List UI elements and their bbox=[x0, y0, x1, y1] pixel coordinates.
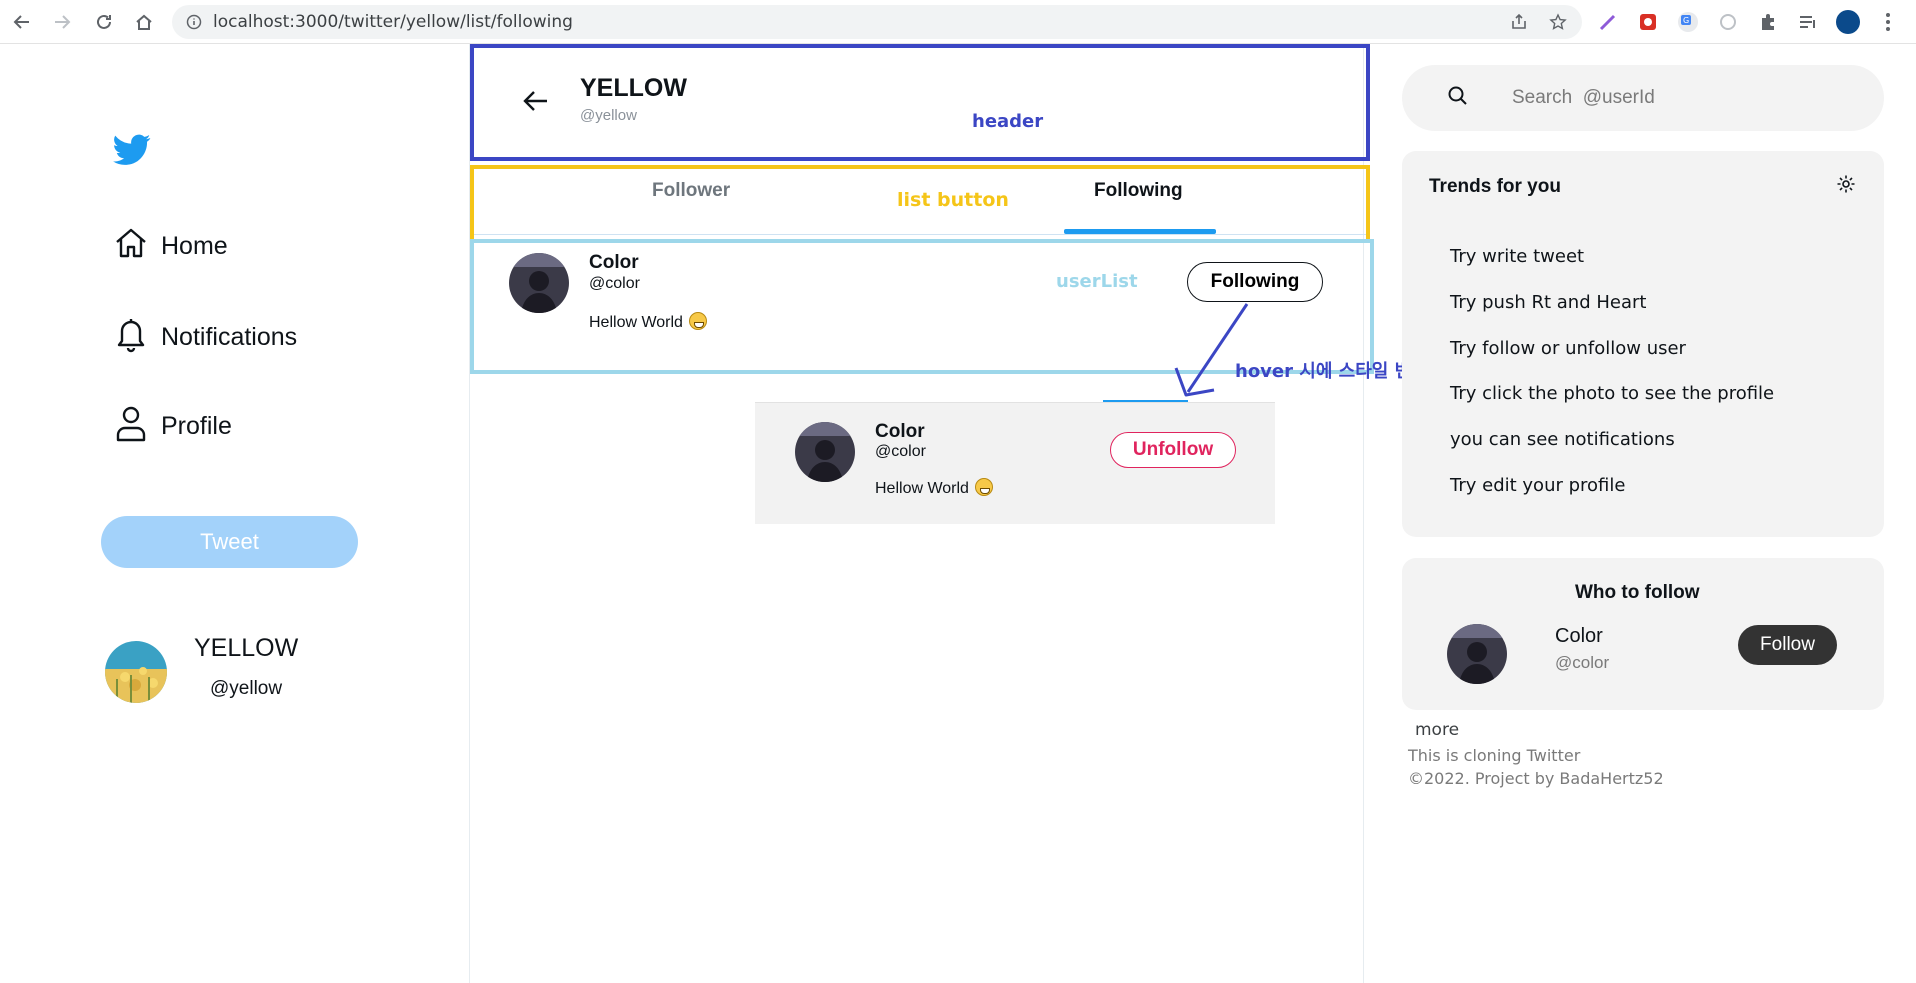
user-handle: @color bbox=[875, 443, 926, 460]
trends-title: Trends for you bbox=[1429, 176, 1561, 197]
user-handle: @color bbox=[589, 275, 640, 292]
tab-divider bbox=[474, 234, 1366, 235]
user-bio: Hellow World bbox=[589, 312, 707, 332]
user-bio: Hellow World bbox=[875, 478, 993, 498]
trend-item[interactable]: Try write tweet bbox=[1450, 246, 1584, 267]
kebab-menu-icon[interactable] bbox=[1876, 10, 1900, 34]
user-bio-text: Hellow World bbox=[875, 480, 969, 497]
browser-toolbar: localhost:3000/twitter/yellow/list/follo… bbox=[0, 0, 1916, 44]
sidebar-item-label: Notifications bbox=[161, 323, 298, 351]
url-text[interactable]: localhost:3000/twitter/yellow/list/follo… bbox=[213, 12, 573, 32]
reading-list-icon[interactable] bbox=[1796, 10, 1820, 34]
userlist-annotation-label: userList bbox=[1056, 271, 1138, 292]
home-nav-icon[interactable] bbox=[132, 10, 156, 34]
search-input[interactable] bbox=[1512, 84, 1852, 112]
trend-item[interactable]: Try follow or unfollow user bbox=[1450, 338, 1686, 359]
user-avatar[interactable] bbox=[1447, 624, 1507, 684]
sidebar-item-label: Home bbox=[161, 232, 228, 260]
grin-emoji-icon bbox=[974, 478, 993, 496]
circle-extension-icon[interactable] bbox=[1716, 10, 1740, 34]
red-extension-icon[interactable] bbox=[1636, 10, 1660, 34]
sidebar-item-home[interactable]: Home bbox=[113, 225, 228, 268]
bell-icon bbox=[113, 314, 149, 361]
puzzle-extensions-icon[interactable] bbox=[1756, 10, 1780, 34]
unfollow-button[interactable]: Unfollow bbox=[1110, 432, 1236, 468]
share-icon[interactable] bbox=[1507, 10, 1531, 34]
twitter-logo-icon[interactable] bbox=[113, 134, 151, 171]
forward-nav-icon[interactable] bbox=[50, 10, 74, 34]
follow-button[interactable]: Follow bbox=[1738, 625, 1837, 665]
trend-item[interactable]: you can see notifications bbox=[1450, 429, 1675, 450]
avatar[interactable] bbox=[105, 641, 167, 703]
reload-icon[interactable] bbox=[92, 10, 116, 34]
search-icon bbox=[1447, 85, 1469, 112]
user-name[interactable]: Color bbox=[875, 421, 925, 443]
suggested-user-handle: @color bbox=[1555, 653, 1610, 672]
suggested-user-name[interactable]: Color bbox=[1555, 625, 1603, 648]
tweet-button[interactable]: Tweet bbox=[101, 516, 358, 568]
svg-text:G: G bbox=[1683, 16, 1689, 25]
annotation-arrow-icon bbox=[1174, 303, 1249, 397]
sidebar-item-label: Profile bbox=[161, 412, 232, 440]
translate-extension-icon[interactable]: G bbox=[1676, 10, 1700, 34]
profile-avatar-icon[interactable] bbox=[1836, 10, 1860, 34]
person-icon bbox=[113, 403, 149, 450]
following-button[interactable]: Following bbox=[1187, 262, 1323, 302]
page-title: YELLOW bbox=[580, 74, 687, 102]
more-link[interactable]: more bbox=[1415, 720, 1459, 740]
sidebar-item-profile[interactable]: Profile bbox=[113, 403, 232, 450]
back-arrow-icon[interactable] bbox=[523, 90, 549, 117]
user-name[interactable]: Color bbox=[589, 252, 639, 274]
trend-item[interactable]: Try push Rt and Heart bbox=[1450, 292, 1646, 313]
header-annotation-label: header bbox=[972, 111, 1044, 132]
tab-follower[interactable]: Follower bbox=[652, 180, 730, 202]
sidebar-item-notifications[interactable]: Notifications bbox=[113, 314, 297, 361]
current-user-name: YELLOW bbox=[194, 634, 299, 662]
footer-text: This is cloning Twitter bbox=[1408, 746, 1581, 765]
user-bio-text: Hellow World bbox=[589, 314, 683, 331]
pen-extension-icon[interactable] bbox=[1596, 10, 1620, 34]
page-subtitle-handle: @yellow bbox=[580, 107, 637, 124]
bookmark-star-icon[interactable] bbox=[1546, 10, 1570, 34]
hover-annotation-label: hover 시에 스타일 변경 bbox=[1235, 361, 1428, 382]
back-nav-icon[interactable] bbox=[10, 10, 34, 34]
footer-copyright: ©2022. Project by BadaHertz52 bbox=[1408, 769, 1664, 788]
who-to-follow-title: Who to follow bbox=[1575, 582, 1700, 603]
list-button-annotation-label: list button bbox=[897, 189, 1009, 211]
current-user-handle: @yellow bbox=[210, 678, 283, 699]
trend-item[interactable]: Try edit your profile bbox=[1450, 475, 1625, 496]
site-info-icon[interactable] bbox=[182, 10, 206, 34]
gear-icon[interactable] bbox=[1836, 174, 1856, 199]
grin-emoji-icon bbox=[688, 312, 707, 330]
user-avatar[interactable] bbox=[795, 422, 855, 482]
trend-item[interactable]: Try click the photo to see the profile bbox=[1450, 383, 1774, 404]
user-avatar[interactable] bbox=[509, 253, 569, 313]
tab-following[interactable]: Following bbox=[1094, 180, 1183, 202]
home-icon bbox=[113, 225, 149, 268]
